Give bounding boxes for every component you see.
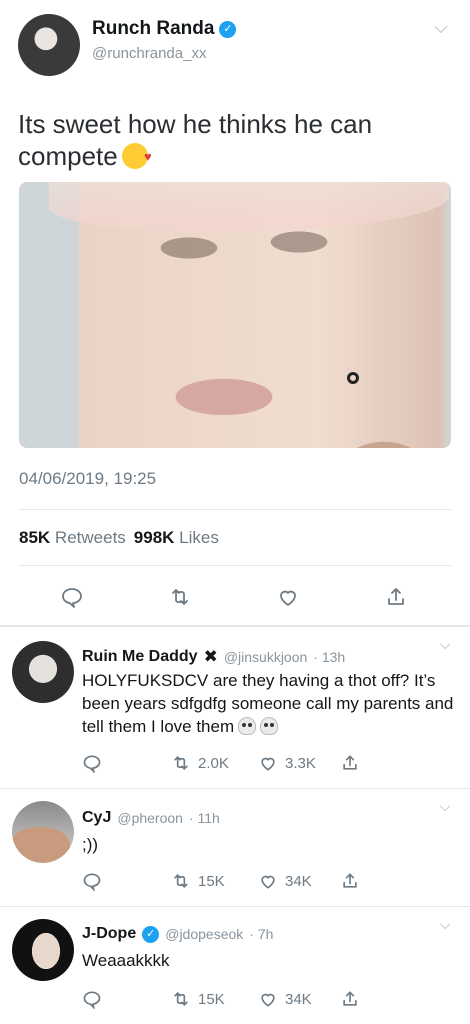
photo-hair	[49, 182, 449, 232]
divider	[19, 565, 451, 566]
tweet-text: Its sweet how he thinks he can compete	[18, 108, 448, 173]
share-icon[interactable]	[384, 585, 408, 609]
tweet-photo[interactable]	[19, 182, 451, 448]
reply-handle[interactable]: @jdopeseok	[165, 926, 243, 942]
reply-actions: 2.0K 3.3K	[82, 753, 452, 775]
tweet-text-content: Its sweet how he thinks he can compete	[18, 109, 373, 171]
verified-badge-icon: ✓	[142, 925, 160, 943]
likes-label: Likes	[179, 528, 219, 547]
reply-header: CyJ @pheroon · 11h	[82, 809, 220, 827]
main-tweet: Runch Randa ✓ @runchranda_xx ⌵ Its sweet…	[0, 0, 470, 626]
reply-text: ;))	[82, 835, 99, 854]
share-icon[interactable]	[340, 989, 360, 1009]
kiss-emoji-icon	[121, 141, 152, 173]
reply-author-name[interactable]: CyJ	[82, 809, 111, 827]
reply-header: Ruin Me Daddy ✖ @jinsukkjoon · 13h	[82, 647, 345, 667]
divider	[19, 509, 451, 510]
retweet-count: 2.0K	[198, 754, 229, 772]
share-icon[interactable]	[340, 871, 360, 891]
like-action[interactable]: 3.3K	[257, 753, 316, 773]
retweets-stat[interactable]: 85K Retweets	[19, 528, 126, 548]
likes-stat[interactable]: 998K Likes	[134, 528, 219, 548]
reply-author-name[interactable]: J-Dope	[82, 925, 136, 943]
reply-icon[interactable]	[82, 989, 102, 1009]
reply-icon[interactable]	[82, 871, 102, 891]
retweet-action[interactable]: 2.0K	[170, 753, 229, 773]
chevron-down-icon[interactable]: ⌵	[430, 16, 452, 38]
retweet-count: 15K	[198, 990, 225, 1008]
tweet-stats: 85K Retweets 998K Likes	[19, 528, 219, 548]
retweet-action[interactable]: 15K	[170, 989, 225, 1009]
reply-time: · 13h	[313, 649, 346, 665]
like-heart-icon[interactable]	[276, 585, 300, 609]
reply-actions: 15K 34K	[82, 871, 452, 893]
author-avatar[interactable]	[18, 14, 80, 76]
reply-avatar[interactable]	[12, 801, 74, 863]
retweets-label: Retweets	[54, 528, 126, 547]
reply-time: · 11h	[188, 810, 220, 826]
reply-text: HOLYFUKSDCV are they having a thot off? …	[82, 669, 454, 738]
retweet-icon	[174, 873, 188, 889]
reply-tweet[interactable]: Ruin Me Daddy ✖ @jinsukkjoon · 13h ⌵ HOL…	[0, 626, 470, 788]
photo-earring	[347, 372, 359, 384]
like-count: 34K	[285, 872, 312, 890]
like-heart-icon	[261, 993, 275, 1007]
like-count: 34K	[285, 990, 312, 1008]
reply-handle[interactable]: @pheroon	[117, 810, 183, 826]
reply-header: J-Dope ✓ @jdopeseok · 7h	[82, 925, 273, 943]
tweet-actions	[0, 585, 470, 615]
retweet-action[interactable]: 15K	[170, 871, 225, 891]
reply-handle[interactable]: @jinsukkjoon	[224, 649, 307, 665]
like-heart-icon	[261, 875, 275, 889]
chevron-down-icon[interactable]: ⌵	[434, 795, 456, 817]
retweet-icon	[174, 755, 188, 771]
reply-text: Weaaakkkk	[82, 951, 170, 970]
likes-count: 998K	[133, 528, 175, 547]
like-count: 3.3K	[285, 754, 316, 772]
retweet-icon[interactable]	[168, 585, 192, 609]
author-name-row[interactable]: Runch Randa ✓	[92, 18, 237, 40]
reply-avatar[interactable]	[12, 919, 74, 981]
skull-icon	[260, 717, 279, 735]
share-icon[interactable]	[340, 753, 360, 773]
retweet-count: 15K	[198, 872, 225, 890]
reply-tweet[interactable]: J-Dope ✓ @jdopeseok · 7h ⌵ Weaaakkkk 15K…	[0, 906, 470, 1024]
cross-mark-icon: ✖	[203, 647, 218, 666]
reply-author-name[interactable]: Ruin Me Daddy	[82, 648, 198, 666]
reply-icon[interactable]	[82, 753, 102, 773]
reply-avatar[interactable]	[12, 641, 74, 703]
like-heart-icon	[261, 757, 275, 771]
chevron-down-icon[interactable]: ⌵	[434, 633, 456, 655]
reply-tweet[interactable]: CyJ @pheroon · 11h ⌵ ;)) 15K 34K	[0, 788, 470, 906]
verified-badge-icon: ✓	[219, 20, 237, 38]
like-action[interactable]: 34K	[257, 871, 312, 891]
reply-icon[interactable]	[60, 585, 84, 609]
tweet-timestamp[interactable]: 04/06/2019, 19:25	[19, 469, 156, 489]
reply-actions: 15K 34K	[82, 989, 452, 1011]
retweets-count: 85K	[19, 528, 51, 547]
author-name[interactable]: Runch Randa	[92, 18, 214, 40]
skull-icon	[238, 717, 257, 735]
chevron-down-icon[interactable]: ⌵	[434, 913, 456, 935]
retweet-icon	[174, 991, 188, 1007]
like-action[interactable]: 34K	[257, 989, 312, 1009]
reply-time: · 7h	[249, 926, 274, 942]
author-handle[interactable]: @runchranda_xx	[92, 45, 206, 62]
